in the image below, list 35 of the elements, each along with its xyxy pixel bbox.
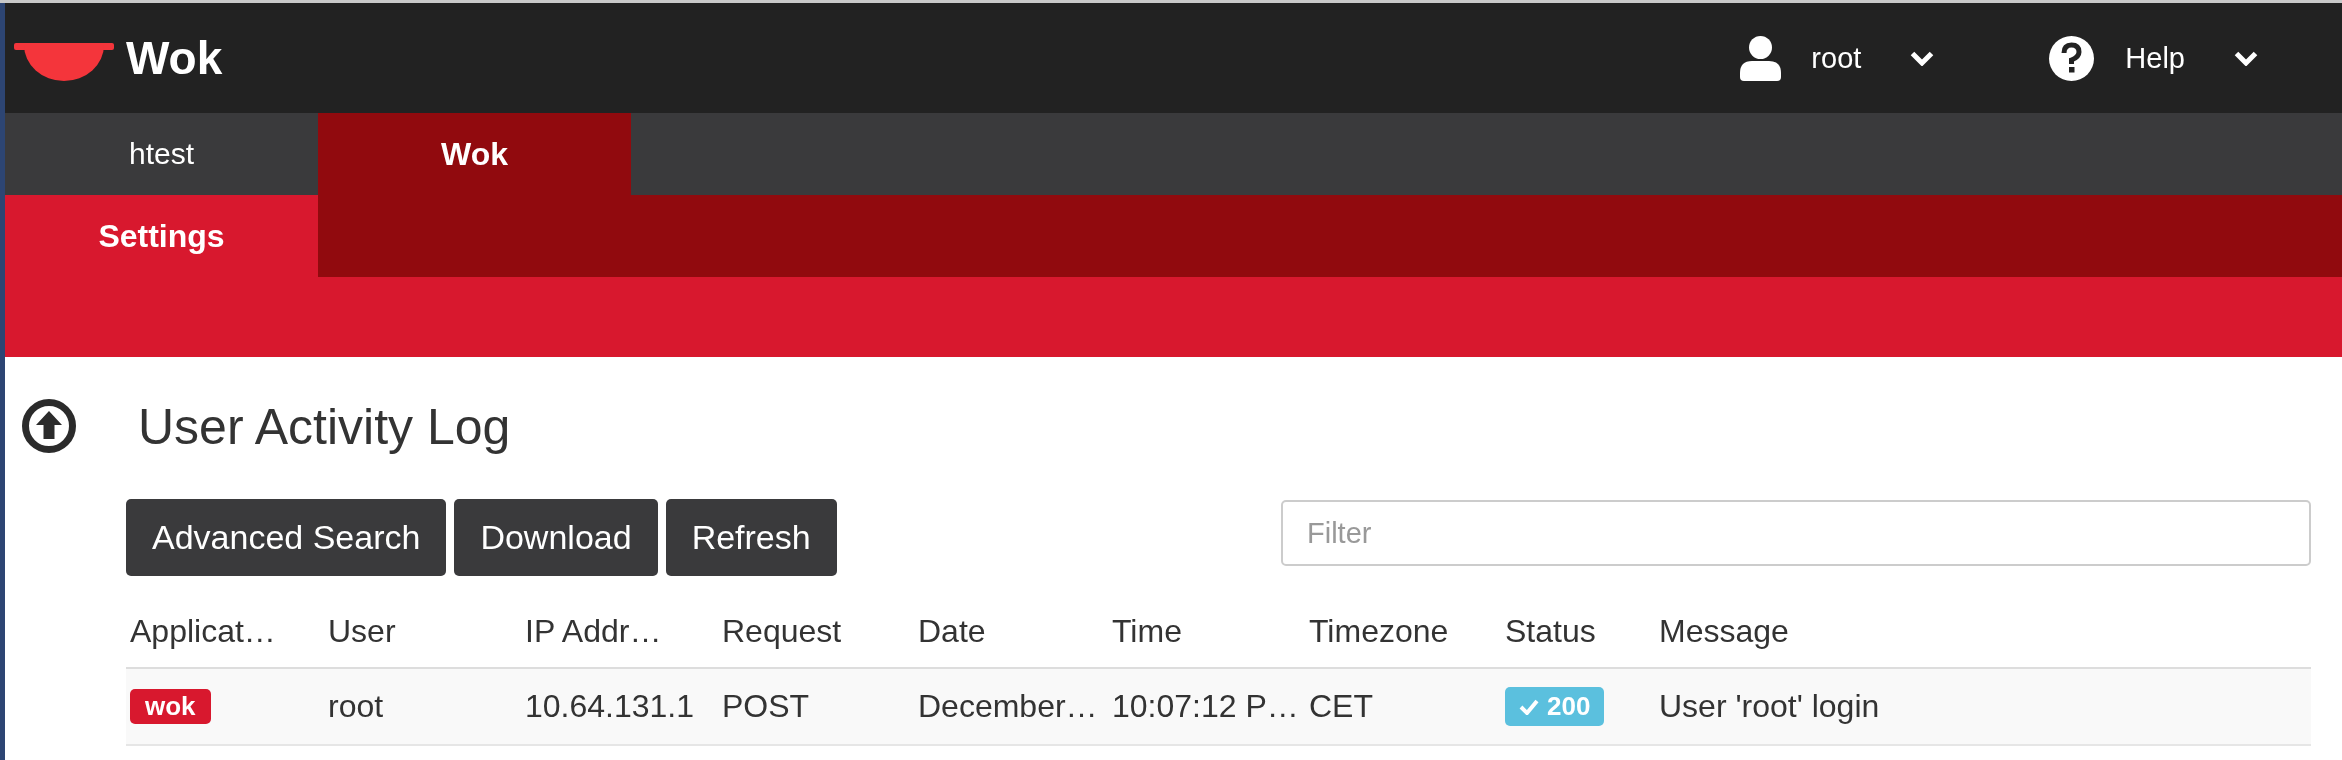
status-code: 200	[1547, 691, 1591, 722]
table-cell-text: POST	[721, 688, 811, 725]
caret-icon	[1910, 50, 1935, 66]
help-menu[interactable]: Help	[2049, 35, 2258, 81]
table-cell-text: User 'root' login	[1658, 688, 1881, 725]
page-title: User Activity Log	[137, 399, 512, 455]
check-icon	[1519, 698, 1539, 715]
column-header[interactable]: Message	[1655, 613, 2311, 650]
table-cell-text: CET	[1308, 688, 1374, 725]
column-header[interactable]: IP Addr…	[521, 613, 718, 650]
column-header[interactable]: Request	[718, 613, 914, 650]
application-tag: wok	[130, 689, 211, 724]
table-cell-text: 10.64.131.1	[524, 688, 696, 725]
up-arrow-circle-icon[interactable]	[22, 399, 76, 453]
column-header[interactable]: Timezone	[1305, 613, 1501, 650]
app-name: Wok	[126, 31, 223, 85]
caret-icon	[2234, 50, 2258, 66]
user-menu[interactable]: root	[1740, 35, 1935, 81]
tab[interactable]: Wok	[318, 113, 631, 195]
table-cell-text: 10:07:12 P…	[1111, 688, 1300, 725]
table-cell-text: root	[327, 688, 385, 725]
tab[interactable]: htest	[5, 113, 318, 195]
help-icon	[2049, 35, 2095, 81]
toolbar-button[interactable]: Advanced Search	[126, 499, 447, 576]
column-header[interactable]: User	[324, 613, 521, 650]
toolbar-button[interactable]: Refresh	[665, 499, 837, 576]
column-header[interactable]: Status	[1501, 613, 1655, 650]
column-header[interactable]: Date	[914, 613, 1108, 650]
table-cell-text: December…	[917, 688, 1099, 725]
column-header[interactable]: Applicat…	[126, 613, 324, 650]
toolbar-button[interactable]: Download	[454, 499, 658, 576]
user-icon	[1740, 35, 1782, 81]
filter-field[interactable]: Filter	[1281, 500, 2311, 566]
subnav-tab[interactable]: Settings	[5, 195, 318, 277]
column-header[interactable]: Time	[1108, 613, 1305, 650]
